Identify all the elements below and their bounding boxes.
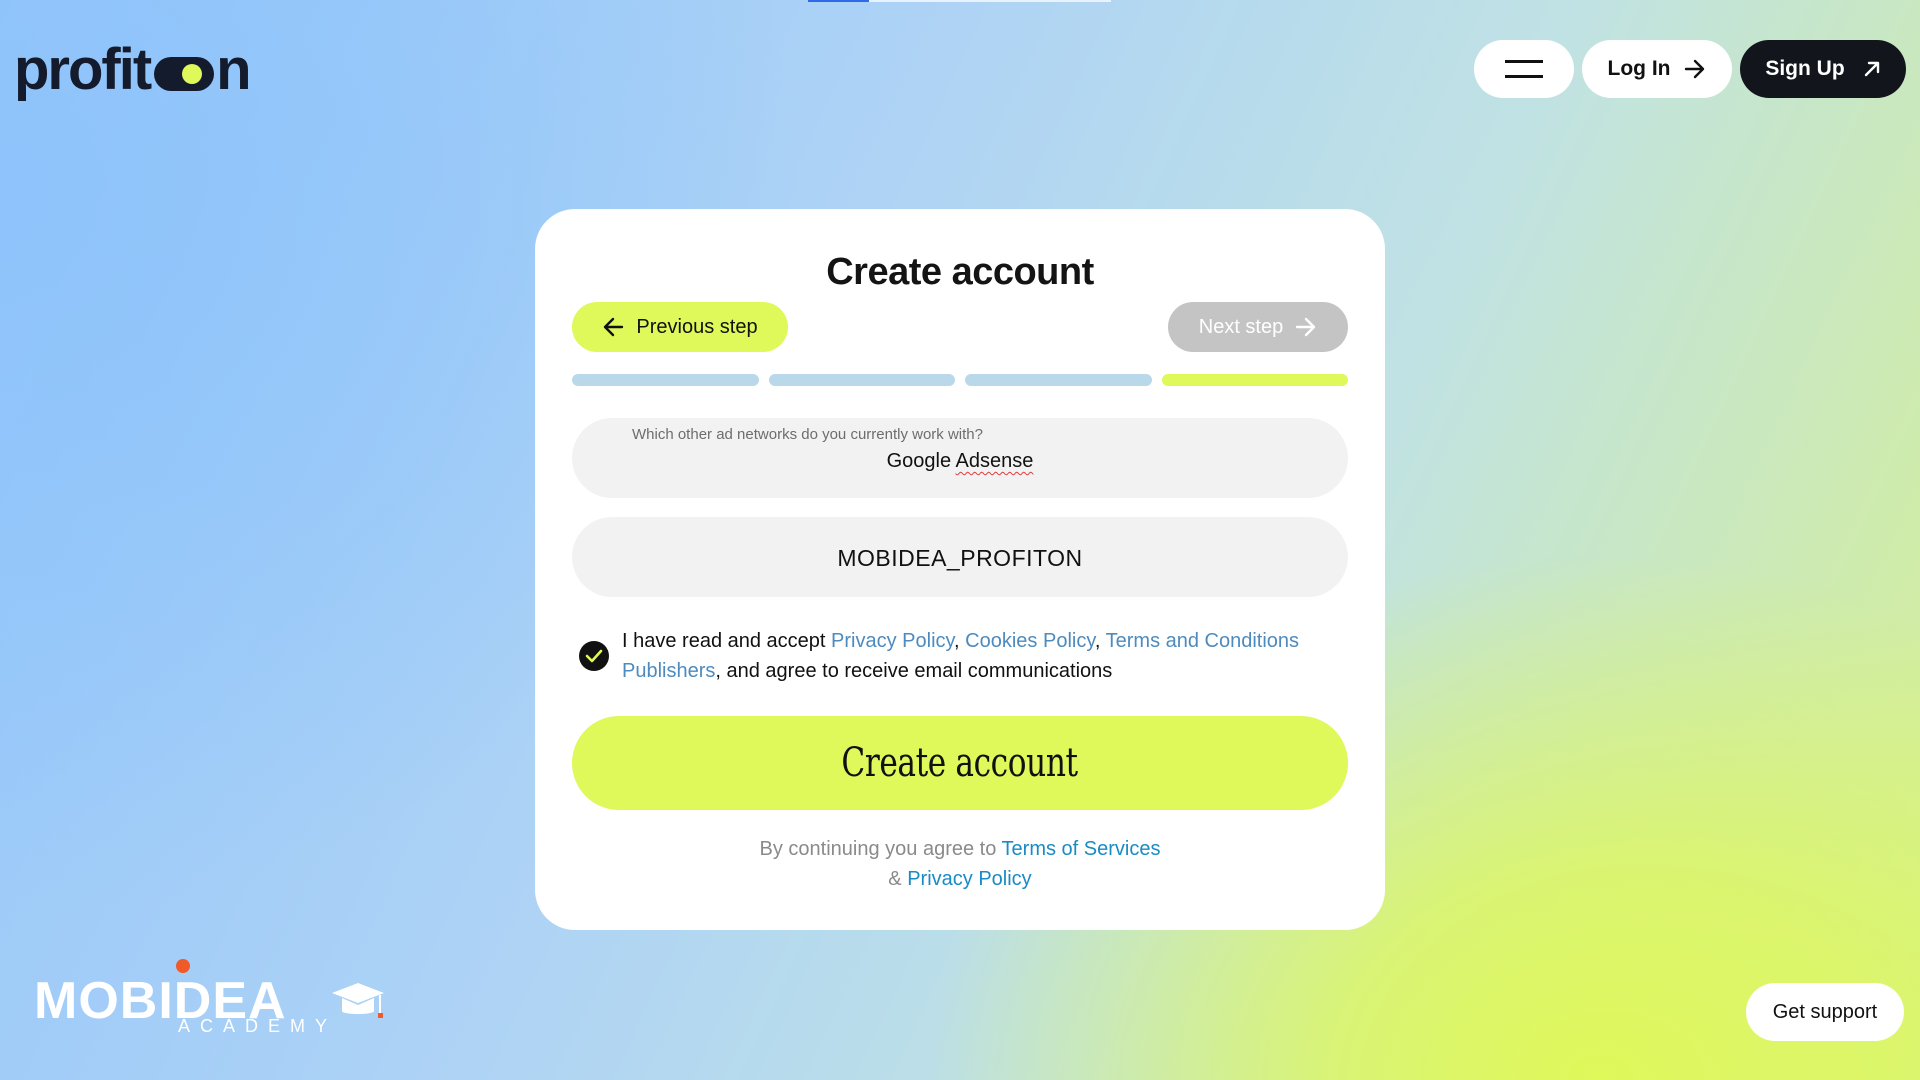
promo-code-value: MOBIDEA_PROFITON xyxy=(837,545,1083,571)
agree-amp: & xyxy=(888,868,908,890)
ad-networks-label: Which other ad networks do you currently… xyxy=(632,426,983,443)
signup-label: Sign Up xyxy=(1765,57,1845,80)
next-step-label: Next step xyxy=(1198,315,1284,338)
promo-code-input[interactable]: MOBIDEA_PROFITON xyxy=(572,517,1348,597)
get-support-button[interactable]: Get support xyxy=(1746,983,1904,1041)
hamburger-icon xyxy=(1505,60,1543,78)
cookies-policy-link[interactable]: Cookies Policy xyxy=(965,630,1095,652)
consent-suffix: , and agree to receive email communicati… xyxy=(715,660,1113,682)
step-segment-2 xyxy=(768,374,955,386)
consent-sep1: , xyxy=(954,630,966,652)
page-load-progress xyxy=(808,0,1111,2)
consent-sep2: , xyxy=(1094,630,1106,652)
ad-networks-input[interactable]: Which other ad networks do you currently… xyxy=(572,418,1348,498)
signup-button[interactable]: Sign Up xyxy=(1740,40,1906,98)
create-account-label: Create account xyxy=(841,740,1079,786)
agreement-note: By continuing you agree to Terms of Serv… xyxy=(535,834,1385,894)
brand-sub: ACADEMY xyxy=(178,1016,338,1036)
login-label: Log In xyxy=(1607,57,1671,80)
arrow-right-icon xyxy=(1296,317,1316,337)
mobidea-academy-logo[interactable]: MOBIDEA ACADEMY xyxy=(34,955,394,1035)
arrow-left-icon xyxy=(604,317,624,337)
logo-dot-icon xyxy=(176,959,190,973)
arrow-right-icon xyxy=(1685,59,1705,79)
logo-text-left: profit xyxy=(14,37,152,102)
previous-step-label: Previous step xyxy=(636,315,758,338)
step-progress xyxy=(572,374,1348,386)
previous-step-button[interactable]: Previous step xyxy=(572,302,788,352)
consent-text: I have read and accept Privacy Policy, C… xyxy=(622,626,1319,686)
next-step-button[interactable]: Next step xyxy=(1168,302,1348,352)
menu-button[interactable] xyxy=(1474,40,1574,98)
step-segment-3 xyxy=(965,374,1152,386)
agree-privacy-policy-link[interactable]: Privacy Policy xyxy=(907,868,1031,890)
login-button[interactable]: Log In xyxy=(1582,40,1732,98)
page-title: Create account xyxy=(826,251,1094,293)
terms-of-services-link[interactable]: Terms of Services xyxy=(1002,838,1161,860)
profiton-logo[interactable]: profit n xyxy=(14,37,252,102)
privacy-policy-link[interactable]: Privacy Policy xyxy=(831,630,954,652)
arrow-up-right-icon xyxy=(1864,61,1879,77)
consent-row: I have read and accept Privacy Policy, C… xyxy=(579,626,1319,686)
checkmark-icon xyxy=(585,649,603,663)
ad-networks-value: Google Adsense xyxy=(572,450,1348,473)
consent-prefix: I have read and accept xyxy=(622,630,832,652)
page-load-progress-fill xyxy=(808,0,869,2)
spellcheck-flagged-word: Adsense xyxy=(955,450,1034,472)
create-account-button[interactable]: Create account xyxy=(572,716,1348,810)
logo-toggle-icon xyxy=(154,57,215,91)
consent-checkbox[interactable] xyxy=(579,641,609,671)
signup-card: Create account Previous step Next step W… xyxy=(535,209,1385,930)
step-segment-4 xyxy=(1161,374,1348,386)
header-nav: Log In Sign Up xyxy=(1474,40,1906,98)
ad-networks-value-plain: Google xyxy=(886,450,956,472)
logo-text-right: n xyxy=(216,37,251,102)
graduation-cap-icon xyxy=(332,983,384,1018)
get-support-label: Get support xyxy=(1772,1000,1878,1023)
agree-prefix: By continuing you agree to xyxy=(759,838,1002,860)
step-segment-1 xyxy=(572,374,759,386)
